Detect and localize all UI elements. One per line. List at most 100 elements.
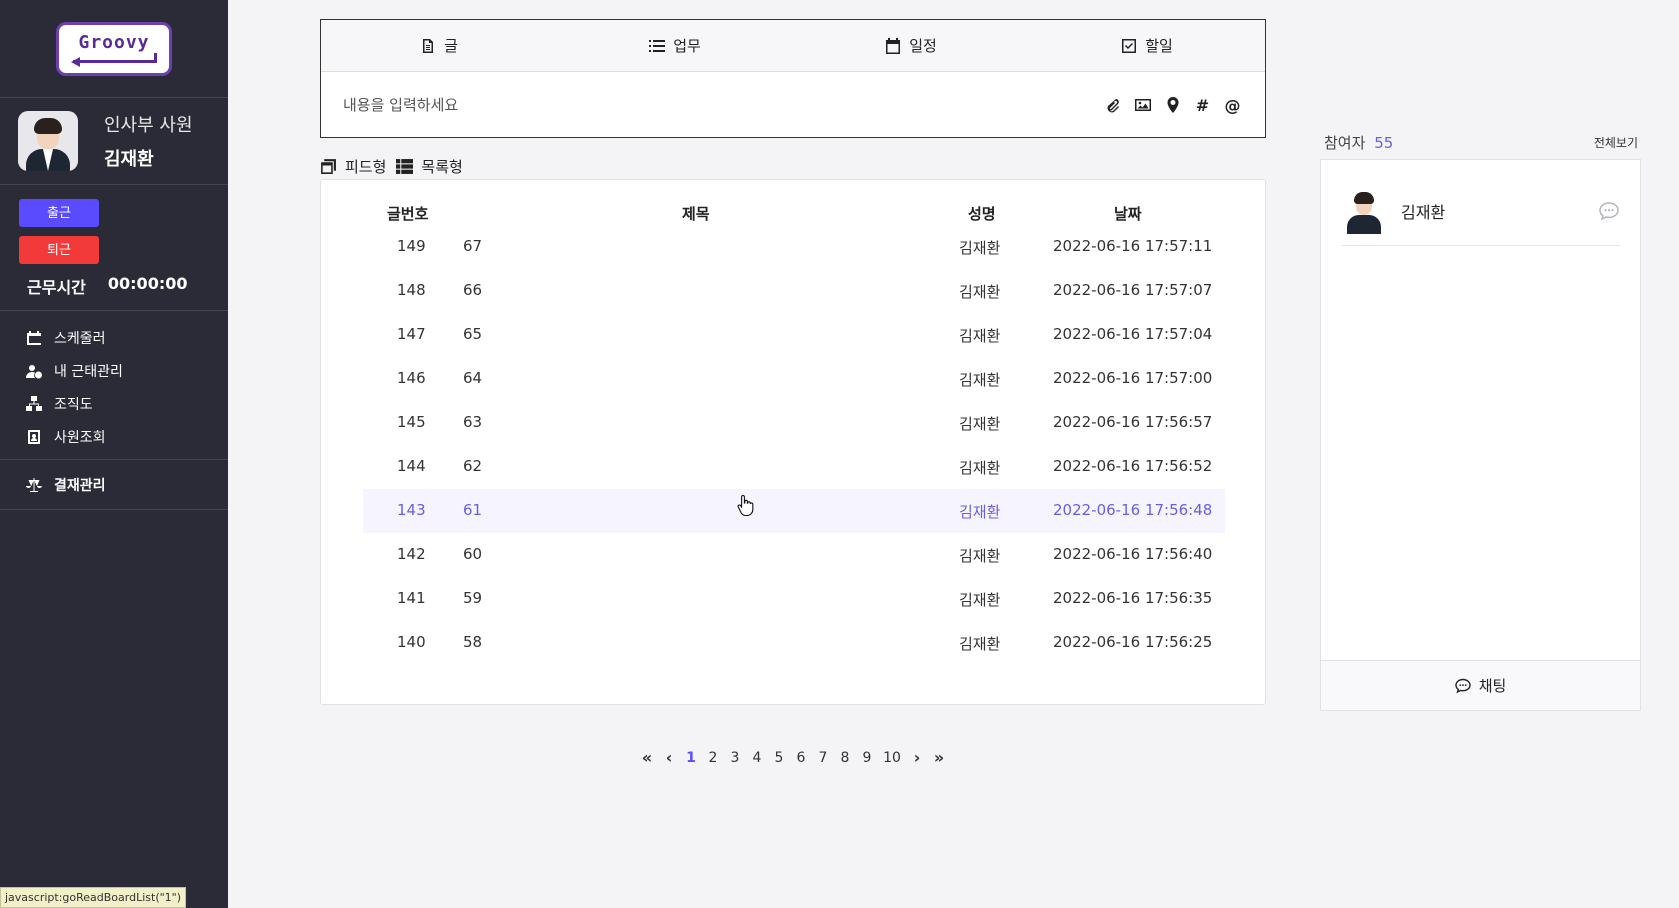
pagination: « ‹ 1 2 3 4 5 6 7 8 9 10 › » bbox=[636, 748, 950, 767]
tab-label: 일정 bbox=[909, 37, 937, 55]
table-row[interactable]: 145 63 김재환 2022-06-16 17:56:57 bbox=[363, 401, 1225, 445]
list-view-button[interactable]: 목록형 bbox=[396, 156, 463, 177]
image-icon[interactable] bbox=[1134, 97, 1151, 114]
profile-dept: 인사부 사원 bbox=[104, 115, 193, 136]
sidebar-item-attendance[interactable]: 내 근태관리 bbox=[26, 354, 228, 387]
cell-author: 김재환 bbox=[959, 635, 1001, 653]
sidebar-item-employee-search[interactable]: 사원조회 bbox=[26, 420, 228, 453]
table-row[interactable]: 143 61 김재환 2022-06-16 17:56:48 bbox=[363, 489, 1225, 533]
location-pin-icon[interactable] bbox=[1164, 97, 1181, 114]
tab-schedule[interactable]: 일정 bbox=[793, 20, 1029, 71]
calendar-icon bbox=[27, 330, 41, 345]
participant-item[interactable]: 김재환 bbox=[1341, 176, 1620, 246]
content-input[interactable] bbox=[343, 96, 1104, 114]
page-link[interactable]: 8 bbox=[834, 750, 856, 766]
page-link[interactable]: 1 bbox=[680, 750, 702, 766]
cell-no: 143 bbox=[397, 501, 426, 519]
composer-input-row: # @ bbox=[321, 72, 1265, 138]
cell-title: 67 bbox=[463, 237, 483, 255]
cell-title: 63 bbox=[463, 413, 483, 431]
feed-view-button[interactable]: 피드형 bbox=[320, 156, 386, 177]
page-link[interactable]: 9 bbox=[856, 750, 878, 766]
org-chart-icon bbox=[26, 395, 42, 411]
participants-header: 참여자 55 전체보기 bbox=[1324, 132, 1638, 153]
avatar bbox=[1341, 187, 1387, 234]
table-row[interactable]: 144 62 김재환 2022-06-16 17:56:52 bbox=[363, 445, 1225, 489]
chat-icon bbox=[1454, 678, 1471, 693]
participants-count: 55 bbox=[1374, 134, 1394, 152]
work-time-value: 00:00:00 bbox=[107, 274, 188, 293]
work-time-label: 근무시간 bbox=[27, 278, 86, 297]
sidebar-item-label: 내 근태관리 bbox=[54, 363, 123, 380]
last-page-button[interactable]: » bbox=[928, 748, 950, 767]
table-row[interactable]: 148 66 김재환 2022-06-16 17:57:07 bbox=[363, 269, 1225, 313]
logo-arrow-icon bbox=[71, 52, 157, 67]
mention-icon[interactable]: @ bbox=[1224, 96, 1241, 115]
cell-no: 149 bbox=[397, 237, 426, 255]
tab-todo[interactable]: 할일 bbox=[1029, 20, 1265, 71]
sidebar-item-scheduler[interactable]: 스케줄러 bbox=[26, 321, 228, 354]
cell-no: 144 bbox=[397, 457, 426, 475]
page-link[interactable]: 5 bbox=[768, 750, 790, 766]
page-link[interactable]: 6 bbox=[790, 750, 812, 766]
attendance-panel: 출근 퇴근 근무시간 00:00:00 bbox=[0, 185, 228, 311]
page-link[interactable]: 7 bbox=[812, 750, 834, 766]
page-link[interactable]: 10 bbox=[878, 750, 906, 766]
logo-area: Groovy bbox=[0, 0, 228, 98]
sidebar-menu: 스케줄러 내 근태관리 조직도 사원조회 bbox=[0, 311, 228, 460]
hand-cursor-icon bbox=[737, 494, 754, 516]
header-no: 글번호 bbox=[387, 205, 429, 223]
chat-button[interactable]: 채팅 bbox=[1321, 660, 1640, 710]
cell-title: 60 bbox=[463, 545, 483, 563]
profile-name: 김재환 bbox=[104, 149, 154, 170]
table-row[interactable]: 140 58 김재환 2022-06-16 17:56:25 bbox=[363, 621, 1225, 665]
cell-author: 김재환 bbox=[959, 547, 1001, 565]
table-row[interactable]: 147 65 김재환 2022-06-16 17:57:04 bbox=[363, 313, 1225, 357]
tab-post[interactable]: 글 bbox=[321, 20, 557, 71]
first-page-button[interactable]: « bbox=[636, 748, 658, 767]
scale-icon bbox=[26, 477, 42, 492]
attachment-icon[interactable] bbox=[1104, 97, 1121, 114]
chat-bubble-icon[interactable] bbox=[1598, 200, 1620, 222]
cell-date: 2022-06-16 17:56:57 bbox=[1053, 413, 1213, 431]
user-clock-icon bbox=[26, 364, 42, 378]
cell-no: 140 bbox=[397, 633, 426, 651]
tab-task[interactable]: 업무 bbox=[557, 20, 793, 71]
board-list: 글번호 제목 성명 날짜 149 67 김재환 2022-06-16 17:57… bbox=[320, 179, 1266, 705]
prev-page-button[interactable]: ‹ bbox=[658, 748, 680, 767]
status-bar-url: javascript:goReadBoardList("1") bbox=[0, 887, 187, 908]
table-row[interactable]: 146 64 김재환 2022-06-16 17:57:00 bbox=[363, 357, 1225, 401]
list-view-icon bbox=[396, 159, 414, 174]
cell-title: 58 bbox=[463, 633, 483, 651]
groovy-logo[interactable]: Groovy bbox=[56, 21, 172, 76]
cell-no: 141 bbox=[397, 589, 426, 607]
cell-author: 김재환 bbox=[959, 239, 1001, 257]
check-out-button[interactable]: 퇴근 bbox=[19, 236, 99, 264]
cell-date: 2022-06-16 17:56:52 bbox=[1053, 457, 1213, 475]
cell-no: 142 bbox=[397, 545, 426, 563]
checkbox-icon bbox=[1122, 38, 1137, 53]
sidebar-item-approval[interactable]: 결재관리 bbox=[26, 468, 228, 501]
page-link[interactable]: 3 bbox=[724, 750, 746, 766]
sidebar-item-org-chart[interactable]: 조직도 bbox=[26, 387, 228, 420]
view-all-link[interactable]: 전체보기 bbox=[1594, 134, 1638, 151]
table-row[interactable]: 141 59 김재환 2022-06-16 17:56:35 bbox=[363, 577, 1225, 621]
cell-title: 59 bbox=[463, 589, 483, 607]
header-date: 날짜 bbox=[1114, 205, 1142, 223]
table-row[interactable]: 142 60 김재환 2022-06-16 17:56:40 bbox=[363, 533, 1225, 577]
page-link[interactable]: 2 bbox=[702, 750, 724, 766]
work-time: 근무시간 00:00:00 bbox=[27, 274, 228, 298]
cell-author: 김재환 bbox=[959, 459, 1001, 477]
header-title: 제목 bbox=[682, 205, 710, 223]
check-in-button[interactable]: 출근 bbox=[19, 199, 99, 227]
cell-date: 2022-06-16 17:57:11 bbox=[1053, 237, 1213, 255]
table-row[interactable]: 149 67 김재환 2022-06-16 17:57:11 bbox=[363, 225, 1225, 269]
next-page-button[interactable]: › bbox=[906, 748, 928, 767]
page-link[interactable]: 4 bbox=[746, 750, 768, 766]
cell-title: 66 bbox=[463, 281, 483, 299]
cell-date: 2022-06-16 17:57:00 bbox=[1053, 369, 1213, 387]
cell-title: 62 bbox=[463, 457, 483, 475]
cell-no: 148 bbox=[397, 281, 426, 299]
document-icon bbox=[423, 38, 434, 53]
hashtag-icon[interactable]: # bbox=[1194, 96, 1211, 115]
